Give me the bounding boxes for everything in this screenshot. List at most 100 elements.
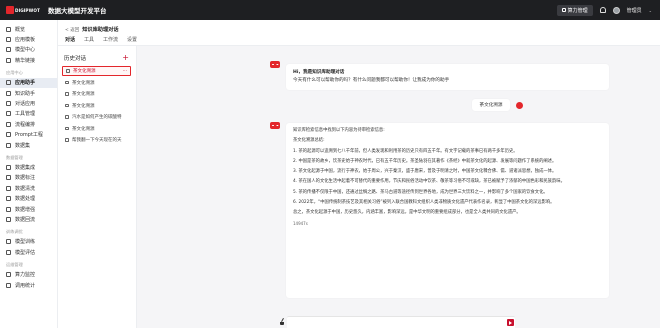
history-item[interactable]: 茶文化溯源	[62, 78, 131, 88]
back-link[interactable]: < 返回	[65, 27, 79, 33]
home-icon	[6, 26, 11, 32]
nav-item-app-assistant[interactable]: 应用助手	[0, 77, 57, 88]
nav-item-model-eval[interactable]: 模型评估	[0, 247, 57, 257]
template-icon	[6, 37, 11, 43]
nav-item-label: 概览	[15, 26, 26, 33]
nav-item-label: 知识助手	[15, 90, 36, 97]
history-item[interactable]: 茶文化溯源	[62, 101, 131, 111]
user-message-text: 茶文化溯源	[479, 103, 503, 108]
nav-item-prompt[interactable]: Prompt工程	[0, 130, 57, 140]
nav-item-app-template[interactable]: 应用模板	[0, 34, 57, 44]
robot-avatar-icon	[270, 61, 280, 68]
enhance-icon	[6, 206, 11, 212]
nav-item-label: 应用模板	[15, 37, 36, 44]
train-icon	[6, 239, 11, 245]
monitor-icon	[6, 272, 11, 278]
nav-item-dataset[interactable]: 数据集	[0, 140, 57, 150]
welcome-message: Hi，我是知识库助理对话 今天有什么可以帮助你的吗？有什么问题我都可以帮助你！让…	[286, 64, 609, 90]
model-icon	[6, 47, 11, 53]
nav-item-data-cleaning[interactable]: 数据清洗	[0, 183, 57, 193]
nav-item-data-integration[interactable]: 数据集成	[0, 162, 57, 172]
nav-item-label: 算力监控	[15, 272, 36, 279]
clean-icon	[6, 185, 11, 191]
send-button[interactable]	[507, 319, 514, 326]
answer-item: 4. 茶在国人的文化生活中起着不可替代的重要作用，节庆和民俗活动中饮茶、敬茶等习…	[293, 179, 565, 185]
message-input[interactable]	[287, 316, 515, 328]
chat-bubble-icon	[65, 103, 69, 108]
nav-item-label: 流程编排	[15, 121, 36, 128]
chat-icon	[6, 101, 11, 107]
nav-item-data-processing[interactable]: 数据处理	[0, 193, 57, 203]
nav-item-label: Prompt工程	[15, 132, 43, 139]
nav-item-label: 数据增强	[15, 206, 36, 213]
nav-group-app: 应用中心	[6, 70, 23, 76]
tool-icon	[6, 111, 11, 117]
dataset-icon	[6, 142, 11, 148]
nav-item-model-center[interactable]: 模型中心	[0, 45, 57, 55]
history-item[interactable]: 茶文化溯源	[62, 89, 131, 99]
nav-item-links[interactable]: 精华链接	[0, 55, 57, 65]
page-title: 知识库助理对话	[82, 27, 119, 33]
robot-avatar-icon	[270, 122, 280, 129]
nav-item-data-labeling[interactable]: 数据标注	[0, 173, 57, 183]
nav-item-label: 调用统计	[15, 282, 36, 289]
stats-icon	[6, 282, 11, 288]
label-icon	[6, 175, 11, 181]
history-item[interactable]: 汽水是如何产生的碳酸特	[62, 112, 131, 122]
compute-management-label: 算力管理	[567, 7, 588, 14]
user-avatar[interactable]	[612, 6, 620, 14]
nav-item-label: 数据回流	[15, 216, 36, 223]
chevron-down-icon[interactable]: ⌄	[649, 8, 652, 13]
new-conversation-button[interactable]: +	[122, 54, 129, 62]
nav-item-label: 对话应用	[15, 101, 36, 108]
welcome-text: 今天有什么可以帮助你的吗？有什么问题我都可以帮助你！让我成为你的助手	[293, 78, 450, 83]
eval-icon	[6, 249, 11, 255]
assistant-answer: 知识库检索信息中找到以下内容为待审检索信息: 茶文化溯源总结: 1. 茶的起源可…	[286, 123, 609, 298]
logo-text: DIGIPWOT	[15, 7, 40, 13]
nav-item-tool-management[interactable]: 工具管理	[0, 109, 57, 119]
history-title: 历史对话	[64, 56, 87, 62]
nav-item-label: 工具管理	[15, 111, 36, 118]
more-icon[interactable]: ···	[123, 69, 127, 74]
history-item-label: 茶文化溯源	[72, 126, 95, 132]
page-header: < 返回 知识库助理对话 对话 工具 工作流 设置	[58, 20, 660, 47]
nav-item-label: 数据清洗	[15, 185, 36, 192]
nav-item-label: 应用助手	[15, 80, 36, 87]
sidebar-nav: 概览 应用模板 模型中心 精华链接 应用中心 应用助手 知识助手 对话应用 工具…	[0, 20, 58, 328]
answer-item: 1. 茶的起源可以追溯到七八千年前，但人类发现和利用茶的历史只有四五千年。有文字…	[293, 148, 518, 154]
history-panel: 历史对话 + 茶文化溯源 ··· 茶文化溯源 茶文化溯源 茶文化溯源 汽水是如何产…	[58, 46, 137, 328]
integration-icon	[6, 164, 11, 170]
logo-mark-icon	[6, 6, 14, 14]
nav-item-knowledge-assistant[interactable]: 知识助手	[0, 88, 57, 98]
user-avatar-icon	[516, 102, 523, 109]
history-item[interactable]: 茶文化溯源	[62, 124, 131, 134]
compute-icon	[561, 8, 566, 12]
answer-item: 5. 茶的传播不仅限于中国，还通过丝绸之路、茶马古道等途径传到世界各地，成为世界…	[293, 189, 548, 195]
welcome-title: Hi，我是知识库助理对话	[293, 70, 345, 75]
user-name[interactable]: 管理员	[627, 7, 642, 14]
chat-bubble-icon	[65, 92, 69, 96]
history-item[interactable]: 帮我翻一下今天现在的天	[62, 135, 131, 145]
nav-item-data-enhance[interactable]: 数据增强	[0, 204, 57, 214]
nav-item-data-backflow[interactable]: 数据回流	[0, 214, 57, 224]
nav-item-label: 数据集成	[15, 164, 36, 171]
notification-bell-icon[interactable]	[599, 7, 606, 13]
nav-item-call-stats[interactable]: 调用统计	[0, 280, 57, 290]
nav-item-model-training[interactable]: 模型训练	[0, 237, 57, 247]
history-item[interactable]: 茶文化溯源 ···	[62, 66, 131, 76]
history-item-label: 茶文化溯源	[72, 103, 95, 109]
nav-item-overview[interactable]: 概览	[0, 24, 57, 34]
prompt-icon	[6, 132, 11, 138]
nav-item-compute-monitor[interactable]: 算力监控	[0, 269, 57, 279]
answer-intro: 知识库检索信息中找到以下内容为待审检索信息:	[293, 128, 385, 133]
clear-brush-icon[interactable]	[280, 318, 285, 325]
top-bar: DIGIPWOT 数据大模型开发平台 算力管理 管理员 ⌄	[0, 0, 660, 20]
answer-heading: 茶文化溯源总结:	[293, 138, 325, 144]
nav-item-chat-app[interactable]: 对话应用	[0, 98, 57, 108]
history-item-label: 帮我翻一下今天现在的天	[72, 138, 122, 143]
process-icon	[6, 196, 11, 202]
breadcrumb: < 返回 知识库助理对话	[65, 26, 119, 33]
nav-item-flow[interactable]: 流程编排	[0, 119, 57, 129]
compute-management-button[interactable]: 算力管理	[556, 4, 593, 16]
knowledge-icon	[6, 90, 11, 96]
